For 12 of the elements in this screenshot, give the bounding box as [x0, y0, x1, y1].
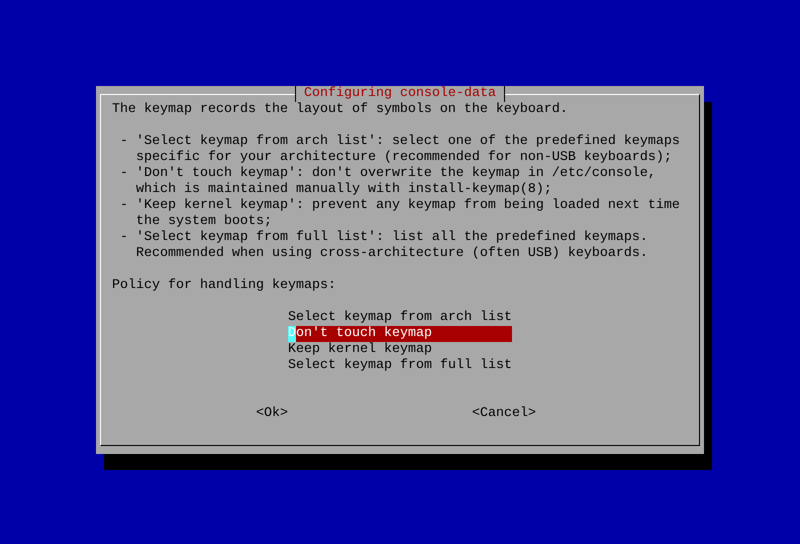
bullet-text: - 'Select keymap from full list': list all the predefined keymaps. Recommended when using cross-architecture (often USB) keyboards.	[120, 230, 649, 262]
bullet-text: - 'Keep kernel keymap': prevent any keymap from being loaded next time the system boots;	[120, 198, 681, 230]
dialog-button[interactable]: <Cancel>	[472, 406, 536, 422]
dialog-button[interactable]: <Ok>	[256, 406, 288, 422]
intro-text: The keymap records the layout of symbols on the keyboard.	[112, 102, 569, 118]
dialog-title: Configuring console-data	[295, 86, 505, 102]
list-item[interactable]: Keep kernel keymap	[288, 342, 512, 358]
bullet-text: - 'Select keymap from arch list': select one of the predefined keymaps specific for your architecture (recommended for non-USB keyboards);	[120, 134, 681, 166]
list-item[interactable]: Select keymap from arch list	[288, 310, 512, 326]
list-item[interactable]: Select keymap from full list	[288, 358, 512, 374]
bullet-text: - 'Don't touch keymap': don't overwrite the keymap in /etc/console, which is maintained manually with install-keymap(8);	[120, 166, 657, 198]
prompt-text: Policy for handling keymaps:	[112, 278, 337, 294]
